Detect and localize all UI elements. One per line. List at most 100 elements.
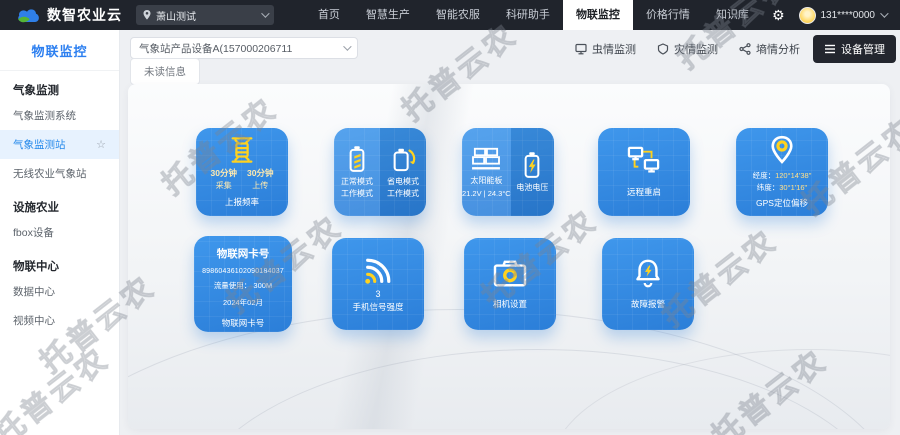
nav-smart-agri-service[interactable]: 智能农服 [423,0,493,30]
battery-voltage-status[interactable]: 电池电压 [511,128,554,216]
shield-icon [657,43,669,55]
nav-price-market[interactable]: 价格行情 [633,0,703,30]
nav-smart-production[interactable]: 智慧生产 [353,0,423,30]
nav-home[interactable]: 首页 [305,0,353,30]
solar-panel-label: 太阳能板 [470,175,502,187]
chevron-down-icon [880,9,888,17]
sidebar-item-label: 无线农业气象站 [13,166,87,181]
nav-iot-monitoring[interactable]: 物联监控 [563,0,633,30]
gps-offset-card[interactable]: 经度：120°14'38" 纬度：30°1'16" GPS定位偏移 [736,128,828,216]
longitude-line: 经度：120°14'38" [753,170,812,181]
device-selector-value: 气象站产品设备A(157000206711 [139,41,343,56]
work-mode-card: 正常模式工作模式 省电模式工作模式 [334,128,426,216]
device-management-button[interactable]: 设备管理 [813,35,896,63]
sidebar-item-wireless-weather-station[interactable]: 无线农业气象站 [0,159,119,188]
sidebar-item-label: 数据中心 [13,284,55,299]
normal-mode-label: 正常模式工作模式 [341,176,373,199]
battery-voltage-label: 电池电压 [516,182,548,194]
iot-card-usage: 流量使用： 300M [214,280,272,291]
nav-research-assistant[interactable]: 科研助手 [493,0,563,30]
sidebar: 物联监控 气象监测 气象监测系统 气象监测站 ☆ 无线农业气象站 设施农业 fb… [0,30,120,435]
power-saving-mode-label: 省电模式工作模式 [387,176,419,199]
device-selector[interactable]: 气象站产品设备A(157000206711 [130,37,358,59]
solar-panel-value: 21.2V | 24.3°C [462,189,511,198]
upload-interval-label: 上传 [252,181,268,190]
iot-sim-card[interactable]: 物联网卡号 89860436102090184037 流量使用： 300M 20… [194,236,292,332]
iot-card-footer: 物联网卡号 [222,317,265,329]
toolbar-actions: 虫情监测 灾情监测 墒情分析 设备管理 [567,35,896,63]
sidebar-group-weather: 气象监测 [0,71,119,101]
camera-settings-card[interactable]: 相机设置 [464,238,556,330]
chevron-down-icon [261,9,269,17]
location-pin-icon [143,10,151,20]
sidebar-group-iot-center: 物联中心 [0,247,119,277]
sidebar-item-label: fbox设备 [13,225,54,240]
button-label: 设备管理 [841,41,885,57]
normal-mode-option[interactable]: 正常模式工作模式 [334,128,380,216]
share-icon [739,43,751,55]
report-frequency-values: 30分钟采集 30分钟上传 [211,168,274,191]
fault-alarm-card[interactable]: 故障报警 [602,238,694,330]
sidebar-title: 物联监控 [0,30,119,71]
latitude-value: 30°1'16" [779,183,807,192]
sidebar-item-label: 气象监测站 [13,137,66,152]
sidebar-item-video-center[interactable]: 视频中心 [0,306,119,335]
topbar: 数智农业云 萧山测试 首页 智慧生产 智能农服 科研助手 物联监控 价格行情 知… [0,0,900,30]
signal-strength-value: 3 [375,289,380,299]
sidebar-item-weather-station[interactable]: 气象监测站 ☆ [0,130,119,159]
power-saving-mode-option[interactable]: 省电模式工作模式 [380,128,426,216]
avatar [799,7,816,24]
user-menu[interactable]: 131****0000 [795,7,900,24]
sidebar-item-data-center[interactable]: 数据中心 [0,277,119,306]
disaster-monitoring-button[interactable]: 灾情监测 [649,36,726,62]
chevron-down-icon [343,42,351,50]
solar-panel-icon [470,146,502,172]
button-label: 虫情监测 [592,41,636,57]
button-label: 灾情监测 [674,41,718,57]
map-pin-icon [768,135,796,165]
location-value: 萧山测试 [156,8,256,23]
tab-unread-messages[interactable]: 未读信息 [130,58,200,85]
device-settings-panel: 30分钟采集 30分钟上传 上报频率 正常模式工作模式 [128,84,890,429]
brand: 数智农业云 [0,5,136,25]
latitude-line: 纬度：30°1'16" [757,182,807,193]
star-icon[interactable]: ☆ [96,138,106,151]
battery-icon [347,145,367,173]
menu-icon [824,44,836,54]
card-title: 远程重启 [627,186,661,198]
iot-card-usage-value: 300M [253,281,272,290]
data-logger-icon [227,136,257,164]
nav-knowledge-base[interactable]: 知识库 [703,0,762,30]
power-status-card: 太阳能板 21.2V | 24.3°C 电池电压 [462,128,554,216]
monitor-icon [575,43,587,55]
card-title: 手机信号强度 [352,301,403,313]
pest-monitoring-button[interactable]: 虫情监测 [567,36,644,62]
location-selector[interactable]: 萧山测试 [136,5,274,25]
moisture-analysis-button[interactable]: 墒情分析 [731,36,808,62]
report-frequency-card[interactable]: 30分钟采集 30分钟上传 上报频率 [196,128,288,216]
top-nav: 首页 智慧生产 智能农服 科研助手 物联监控 价格行情 知识库 ⚙ 131***… [305,0,900,30]
gear-icon[interactable]: ⚙ [762,7,795,24]
upload-interval-value: 30分钟 [247,168,273,178]
app-title: 数智农业云 [47,5,122,25]
sidebar-item-weather-system[interactable]: 气象监测系统 [0,101,119,130]
collect-interval-label: 采集 [216,181,232,190]
iot-card-month: 2024年02月 [223,297,263,308]
camera-icon [492,259,528,289]
remote-monitors-icon [626,146,662,178]
battery-bolt-icon [522,151,542,179]
sidebar-item-fbox[interactable]: fbox设备 [0,218,119,247]
sidebar-item-label: 视频中心 [13,313,55,328]
main-content: 气象站产品设备A(157000206711 虫情监测 灾情监测 墒情分析 [120,30,900,435]
solar-panel-status[interactable]: 太阳能板 21.2V | 24.3°C [462,128,511,216]
sidebar-item-label: 气象监测系统 [13,108,76,123]
collect-interval-value: 30分钟 [211,168,237,178]
battery-refresh-icon [390,145,416,173]
iot-card-number: 89860436102090184037 [202,268,284,275]
card-title: 上报频率 [225,196,259,208]
iot-card-title: 物联网卡号 [217,246,270,261]
remote-reboot-card[interactable]: 远程重启 [598,128,690,216]
signal-strength-card[interactable]: 3 手机信号强度 [332,238,424,330]
card-title: 故障报警 [631,298,665,310]
card-title: GPS定位偏移 [756,197,808,209]
